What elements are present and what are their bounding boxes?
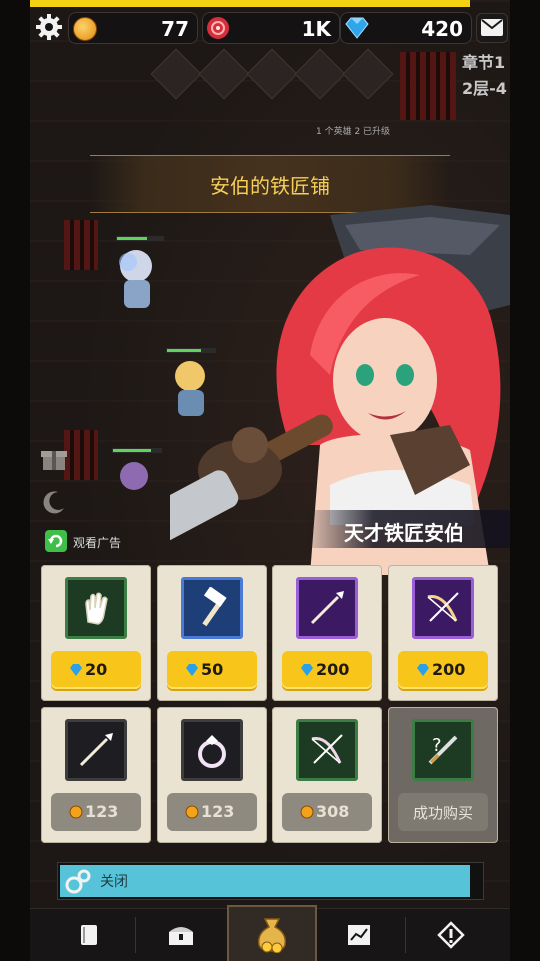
orb-counter: 1K xyxy=(202,12,340,44)
stage-node xyxy=(150,48,202,100)
gold-coin-icon xyxy=(69,805,83,819)
nav-alert[interactable] xyxy=(406,909,496,961)
buy-with-gems-button[interactable]: 200 xyxy=(282,651,372,689)
shop-item-card[interactable]: 200 xyxy=(272,565,382,701)
purchased-status: 成功购买 xyxy=(398,793,488,831)
shop-item-card[interactable]: 200 xyxy=(388,565,498,701)
buy-with-gold-button[interactable]: 308 xyxy=(282,793,372,831)
shop-item-card[interactable]: 123 xyxy=(157,707,267,843)
shop-grid: 20 50 200 200 123 123 308 ? 成功购买 xyxy=(41,565,499,845)
buy-with-gold-button[interactable]: 123 xyxy=(51,793,141,831)
refresh-icon xyxy=(45,530,67,552)
bow-icon xyxy=(296,719,358,781)
nav-book[interactable] xyxy=(44,909,134,961)
gears-icon xyxy=(65,869,91,894)
gold-bag-icon xyxy=(257,918,287,953)
purchased-label: 成功购买 xyxy=(412,804,473,822)
item-price: 123 xyxy=(201,802,235,821)
hammer-icon xyxy=(181,577,243,639)
mail-button[interactable] xyxy=(476,13,508,43)
gold-amount: 77 xyxy=(161,17,189,41)
hero-sprite xyxy=(116,236,164,308)
shop-item-card[interactable]: 20 xyxy=(41,565,151,701)
moon-icon[interactable] xyxy=(40,488,68,516)
treasure-chest-icon xyxy=(169,927,193,945)
ring-icon xyxy=(181,719,243,781)
question-sword-icon: ? xyxy=(412,719,474,781)
shop-item-card[interactable]: 123 xyxy=(41,707,151,843)
svg-text:?: ? xyxy=(432,735,442,756)
item-price: 123 xyxy=(85,802,119,821)
resource-bar: 77 1K 420 xyxy=(30,10,510,44)
gem-icon xyxy=(70,664,82,676)
bow-icon xyxy=(412,577,474,639)
shop-item-card-sold: ? 成功购买 xyxy=(388,707,498,843)
stage-node xyxy=(246,48,298,100)
shop-item-card[interactable]: 308 xyxy=(272,707,382,843)
chapter-number: 章节1 xyxy=(462,53,506,72)
spear-icon xyxy=(296,577,358,639)
close-button[interactable]: 关闭 xyxy=(57,862,484,900)
buy-with-gems-button[interactable]: 50 xyxy=(167,651,257,689)
gem-icon xyxy=(186,664,198,676)
glove-icon xyxy=(65,577,127,639)
gem-icon xyxy=(417,664,429,676)
shop-item-card[interactable]: 50 xyxy=(157,565,267,701)
item-price: 20 xyxy=(85,660,108,679)
watch-ad-label: 观看广告 xyxy=(73,536,122,550)
close-label: 关闭 xyxy=(100,874,128,890)
gem-amount: 420 xyxy=(421,17,463,41)
gold-counter: 77 xyxy=(68,12,198,44)
blue-gem-icon xyxy=(345,17,369,39)
stage-node xyxy=(342,48,394,100)
progress-strip xyxy=(30,0,470,7)
buy-with-gems-button[interactable]: 20 xyxy=(51,651,141,689)
npc-name: 天才铁匠安伯 xyxy=(344,521,464,545)
red-orb-icon xyxy=(207,17,229,39)
chapter-label: 章节1 2层-4 xyxy=(462,50,507,102)
map-icon xyxy=(348,925,370,945)
buy-with-gold-button[interactable]: 123 xyxy=(167,793,257,831)
item-price: 50 xyxy=(201,660,224,679)
buy-with-gems-button[interactable]: 200 xyxy=(398,651,488,689)
bottom-nav xyxy=(30,905,510,961)
floor-number: 2层-4 xyxy=(462,79,507,98)
gold-coin-icon xyxy=(185,805,199,819)
dungeon-grate xyxy=(64,220,98,270)
stage-path xyxy=(150,48,400,100)
hero-sprite xyxy=(112,448,162,490)
book-icon xyxy=(81,925,97,945)
npc-name-ribbon: 天才铁匠安伯 xyxy=(300,510,510,548)
gold-coin-icon xyxy=(73,17,97,41)
dungeon-grate xyxy=(64,430,98,480)
upgrade-notice: 1 个英雄 2 已升级 xyxy=(316,127,391,137)
gem-icon xyxy=(301,664,313,676)
nav-shop-active[interactable] xyxy=(227,905,317,961)
settings-gear-icon[interactable] xyxy=(35,13,63,41)
mail-icon xyxy=(481,19,503,36)
warning-icon xyxy=(437,921,465,949)
item-price: 200 xyxy=(316,660,350,679)
nav-treasure[interactable] xyxy=(136,909,226,961)
spear-icon xyxy=(65,719,127,781)
item-price: 200 xyxy=(432,660,466,679)
stage-node xyxy=(198,48,250,100)
item-price: 308 xyxy=(316,802,350,821)
stage-node xyxy=(294,48,346,100)
gem-counter: 420 xyxy=(340,12,472,44)
dungeon-grate xyxy=(400,52,456,120)
gold-coin-icon xyxy=(300,805,314,819)
gift-icon[interactable] xyxy=(40,444,68,472)
nav-map[interactable] xyxy=(314,909,404,961)
orb-amount: 1K xyxy=(301,17,331,41)
